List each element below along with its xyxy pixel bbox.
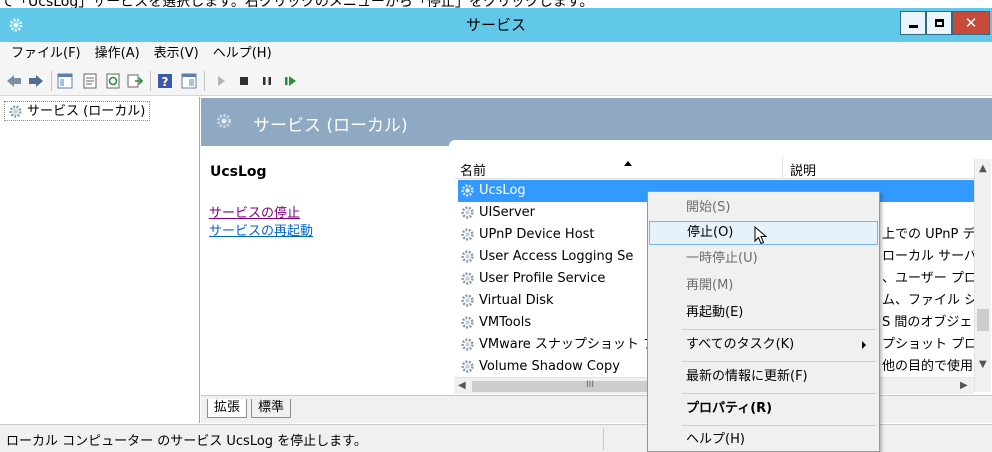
services-gear-icon bbox=[9, 105, 22, 118]
tree-item-services-local[interactable]: サービス (ローカル) bbox=[4, 101, 151, 121]
column-header-description[interactable]: 説明 bbox=[790, 160, 816, 179]
column-header-row: 名前 説明 bbox=[454, 157, 974, 179]
service-name: User Profile Service bbox=[479, 271, 606, 286]
caption-strip: て「UcsLog」サービスを選択します。右クリックのメニューから「停止」をクリッ… bbox=[0, 0, 992, 8]
maximize-button[interactable] bbox=[926, 11, 952, 35]
console-tree: サービス (ローカル) bbox=[0, 97, 200, 423]
menu-item-all-tasks[interactable]: すべてのタスク(K) bbox=[649, 333, 878, 357]
column-header-name[interactable]: 名前 bbox=[460, 160, 486, 179]
help-icon[interactable]: ? bbox=[156, 72, 174, 90]
minimize-button[interactable] bbox=[900, 11, 926, 35]
service-name: UcsLog bbox=[479, 183, 526, 198]
stop-service-icon[interactable] bbox=[235, 72, 253, 90]
menu-help[interactable]: ヘルプ(H) bbox=[206, 42, 279, 66]
maximize-icon bbox=[934, 19, 944, 27]
menu-item-properties[interactable]: プロパティ(R) bbox=[649, 397, 878, 421]
service-gear-icon bbox=[461, 338, 474, 351]
toolbar: ? bbox=[0, 66, 992, 96]
caption-text: て「UcsLog」サービスを選択します。右クリックのメニューから「停止」をクリッ… bbox=[0, 0, 594, 8]
service-gear-icon bbox=[461, 206, 474, 219]
console-tree-icon[interactable] bbox=[56, 72, 74, 90]
service-name: UPnP Device Host bbox=[479, 227, 595, 242]
menu-file[interactable]: ファイル(F) bbox=[4, 42, 88, 66]
properties-icon[interactable] bbox=[81, 72, 99, 90]
menu-item-help[interactable]: ヘルプ(H) bbox=[649, 428, 878, 452]
stop-service-link[interactable]: サービスの停止 bbox=[209, 202, 300, 221]
selected-service-name: UcsLog bbox=[210, 164, 267, 180]
minimize-icon bbox=[908, 25, 918, 28]
scroll-right-icon[interactable]: ▶ bbox=[960, 380, 968, 391]
context-menu: 開始(S) 停止(O) 一時停止(U) 再開(M) 再起動(E) すべてのタスク… bbox=[647, 191, 880, 452]
export-list-icon[interactable] bbox=[126, 72, 144, 90]
resume-service-icon[interactable] bbox=[281, 72, 299, 90]
services-gear-icon bbox=[217, 114, 231, 128]
menu-separator bbox=[682, 329, 876, 330]
menu-item-restart[interactable]: 再起動(E) bbox=[649, 301, 878, 325]
close-button[interactable]: ✕ bbox=[952, 11, 990, 35]
service-name: Virtual Disk bbox=[479, 293, 554, 308]
service-name: User Access Logging Se bbox=[479, 249, 634, 264]
menu-item-start[interactable]: 開始(S) bbox=[649, 196, 878, 220]
scroll-up-icon[interactable]: ▲ bbox=[979, 163, 987, 174]
service-description: プショット プロバイ bbox=[882, 337, 974, 352]
forward-arrow-icon[interactable] bbox=[27, 72, 45, 90]
service-gear-icon bbox=[461, 250, 474, 263]
tree-item-label: サービス (ローカル) bbox=[27, 104, 146, 119]
service-description: ローカル サーバ bbox=[882, 249, 974, 264]
menu-separator bbox=[682, 393, 876, 394]
tab-standard[interactable]: 標準 bbox=[251, 399, 292, 418]
status-text: ローカル コンピューター のサービス UcsLog を停止します。 bbox=[6, 434, 367, 449]
menu-separator bbox=[682, 361, 876, 362]
vertical-scrollbar[interactable]: ▲ ▼ bbox=[974, 159, 991, 392]
menu-item-pause[interactable]: 一時停止(U) bbox=[649, 247, 878, 271]
pause-service-icon[interactable] bbox=[258, 72, 276, 90]
menu-item-resume[interactable]: 再開(M) bbox=[649, 274, 878, 298]
header-tab-edge bbox=[449, 140, 992, 146]
tab-extended[interactable]: 拡張 bbox=[207, 399, 248, 418]
menu-action[interactable]: 操作(A) bbox=[88, 42, 147, 66]
menu-view[interactable]: 表示(V) bbox=[147, 42, 206, 66]
column-divider[interactable] bbox=[782, 157, 783, 179]
mouse-cursor-icon bbox=[754, 226, 768, 245]
service-description: 他の目的で使用 bbox=[882, 359, 974, 374]
close-icon: ✕ bbox=[964, 14, 978, 32]
start-service-icon[interactable] bbox=[212, 72, 230, 90]
refresh-icon[interactable] bbox=[104, 72, 122, 90]
submenu-arrow-icon bbox=[862, 341, 866, 349]
service-name: VMware スナップショット プロ bbox=[479, 337, 670, 352]
service-name: UIServer bbox=[479, 205, 535, 220]
scroll-down-icon[interactable]: ▼ bbox=[979, 359, 987, 370]
service-gear-icon bbox=[461, 316, 474, 329]
restart-service-link[interactable]: サービスの再起動 bbox=[209, 220, 313, 239]
status-divider bbox=[603, 428, 604, 450]
menu-item-label: すべてのタスク(K) bbox=[686, 337, 795, 352]
back-arrow-icon[interactable] bbox=[5, 72, 23, 90]
header-title: サービス (ローカル) bbox=[253, 116, 408, 136]
service-gear-icon bbox=[461, 294, 474, 307]
service-name: VMTools bbox=[479, 315, 532, 330]
service-description: ム、ファイル システ bbox=[882, 293, 974, 308]
window-title: サービス bbox=[465, 16, 526, 34]
title-bar: サービス ✕ bbox=[0, 8, 992, 42]
service-gear-icon bbox=[461, 228, 474, 241]
menu-item-refresh[interactable]: 最新の情報に更新(F) bbox=[649, 365, 878, 389]
service-description: S 間のオブジェクト bbox=[882, 315, 974, 330]
services-header: サービス (ローカル) bbox=[201, 98, 992, 146]
vertical-scroll-thumb[interactable] bbox=[977, 309, 989, 331]
menu-separator bbox=[682, 425, 876, 426]
view-icon[interactable] bbox=[180, 72, 198, 90]
service-name: Volume Shadow Copy bbox=[479, 359, 620, 374]
svg-text:?: ? bbox=[162, 75, 169, 89]
service-description: 、ユーザー プロフ bbox=[882, 271, 974, 286]
service-gear-icon bbox=[461, 272, 474, 285]
service-gear-icon bbox=[461, 184, 474, 197]
sort-ascending-icon bbox=[624, 161, 632, 166]
scroll-left-icon[interactable]: ◀ bbox=[458, 380, 466, 391]
service-gear-icon bbox=[461, 360, 474, 373]
service-description: 上での UPnP デ bbox=[882, 227, 974, 242]
menu-bar: ファイル(F) 操作(A) 表示(V) ヘルプ(H) bbox=[0, 42, 992, 66]
